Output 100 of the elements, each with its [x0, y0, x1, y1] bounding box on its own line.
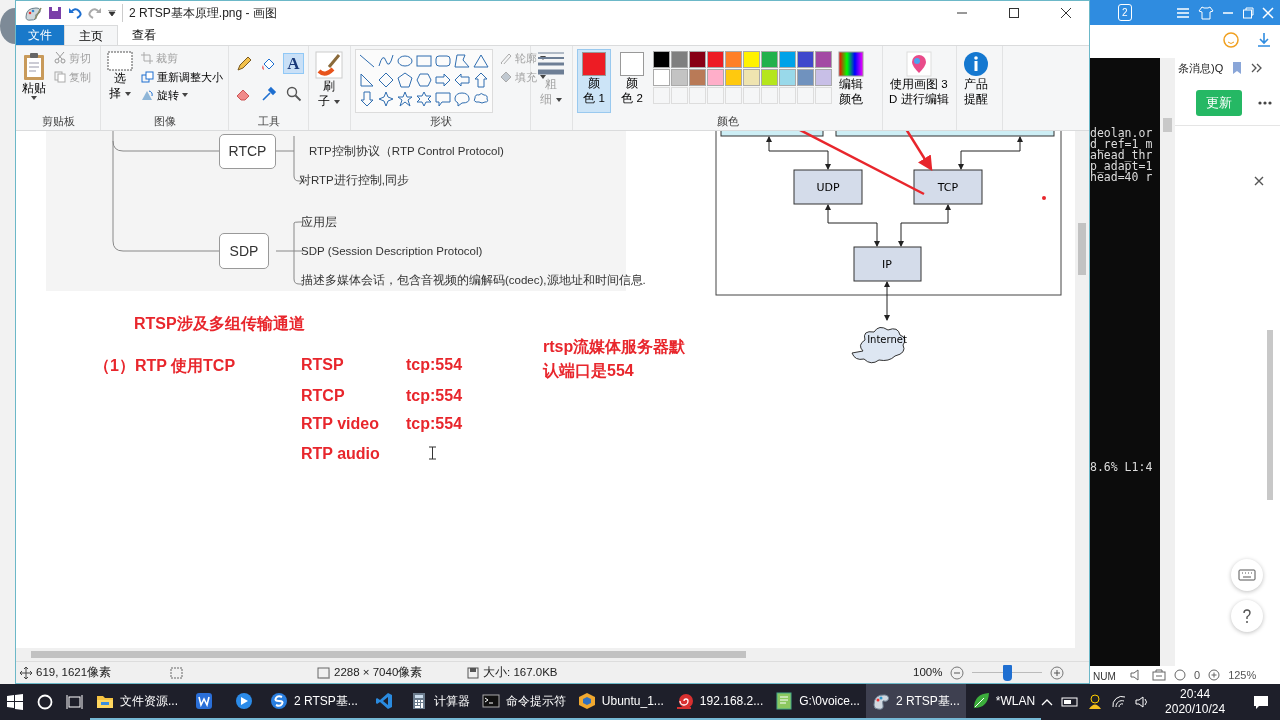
six-point-star-icon[interactable]: [416, 91, 432, 107]
zoom-in-button[interactable]: [1050, 665, 1065, 680]
taskbar-item[interactable]: 2 RTSP基...: [264, 684, 364, 720]
zoom-slider-thumb[interactable]: [1002, 664, 1012, 681]
text-tool[interactable]: A: [283, 53, 304, 74]
keyboard-icon[interactable]: [1238, 569, 1256, 581]
windows-icon[interactable]: [6, 693, 24, 711]
notification-icon[interactable]: [1253, 694, 1270, 710]
clock-time[interactable]: 20:44: [1180, 687, 1211, 702]
rotate-button[interactable]: 旋转: [139, 86, 225, 105]
color-swatch[interactable]: [707, 51, 724, 68]
close-icon[interactable]: [1254, 176, 1264, 186]
maximize-icon[interactable]: [1009, 8, 1019, 18]
taskbar-item[interactable]: 2 RTSP基...: [865, 684, 966, 720]
line-icon[interactable]: [359, 53, 375, 69]
right-arrow-icon[interactable]: [435, 72, 451, 88]
oval-callout-icon[interactable]: [454, 91, 470, 107]
product-alert-button[interactable]: 产品 提醒: [961, 49, 991, 130]
scrollbar[interactable]: [1267, 330, 1273, 500]
polygon-icon[interactable]: [454, 53, 470, 69]
color-swatch[interactable]: [689, 69, 706, 86]
chevron-up-icon[interactable]: [1041, 698, 1054, 706]
color-swatch[interactable]: [653, 69, 670, 86]
bookmark-icon[interactable]: [1231, 61, 1244, 75]
taskbar-item[interactable]: 文件资源...: [90, 684, 184, 720]
scrollbar-thumb[interactable]: [1078, 223, 1086, 275]
oval-icon[interactable]: [397, 53, 413, 69]
cloud-callout-icon[interactable]: [473, 91, 489, 107]
color-swatch[interactable]: [671, 51, 688, 68]
restore-icon[interactable]: [1242, 6, 1254, 19]
color-swatch[interactable]: [653, 51, 670, 68]
taskbar-item[interactable]: 192.168.2...: [669, 684, 770, 720]
download-icon[interactable]: [1256, 32, 1272, 48]
color-swatch[interactable]: [725, 69, 742, 86]
taskbar-item[interactable]: 命令提示符: [475, 684, 572, 720]
battery-icon[interactable]: [1061, 696, 1080, 708]
volume-icon[interactable]: [1135, 696, 1150, 708]
color-swatch[interactable]: [797, 51, 814, 68]
file-menu-tab[interactable]: 文件: [16, 25, 64, 45]
star-icon[interactable]: [397, 91, 413, 107]
taskbar-item[interactable]: *WLAN: [965, 684, 1042, 720]
color-swatch[interactable]: [761, 69, 778, 86]
menu-icon[interactable]: [1176, 6, 1190, 19]
color-swatch[interactable]: [779, 69, 796, 86]
help-icon[interactable]: [1242, 608, 1252, 624]
more-icon[interactable]: [1258, 101, 1272, 105]
color-swatch-button[interactable]: 颜 色 1: [577, 49, 611, 113]
left-arrow-icon[interactable]: [454, 72, 470, 88]
badge-icon[interactable]: [1174, 669, 1186, 682]
up-arrow-icon[interactable]: [473, 72, 489, 88]
tab-count[interactable]: 2: [1118, 4, 1132, 21]
ribbon-tab[interactable]: 查看: [118, 25, 170, 45]
rectangle-icon[interactable]: [416, 53, 432, 69]
four-point-star-icon[interactable]: [378, 91, 394, 107]
save-icon[interactable]: [48, 6, 62, 20]
taskbar-item[interactable]: G:\0voice...: [769, 684, 866, 720]
color-swatch[interactable]: [725, 51, 742, 68]
ribbon-tab[interactable]: 主页: [64, 25, 118, 45]
smiley-icon[interactable]: [1222, 31, 1240, 49]
circle-icon[interactable]: [36, 693, 54, 711]
color-swatch[interactable]: [797, 69, 814, 86]
undo-icon[interactable]: [68, 6, 82, 20]
right-triangle-icon[interactable]: [359, 72, 375, 88]
down-arrow-icon[interactable]: [359, 91, 375, 107]
zoom-out-button[interactable]: [950, 665, 965, 680]
hexagon-icon[interactable]: [416, 72, 432, 88]
zoom-in-icon[interactable]: [1208, 669, 1221, 682]
color-swatch[interactable]: [779, 51, 796, 68]
scrollbar-thumb[interactable]: [1163, 118, 1172, 132]
paste-button[interactable]: 粘贴: [20, 49, 48, 113]
bookmark-link[interactable]: 条消息)Q: [1178, 59, 1224, 77]
color-swatch[interactable]: [743, 51, 760, 68]
scrollbar-thumb[interactable]: [31, 651, 746, 658]
select-button[interactable]: 选 择: [105, 49, 135, 113]
color-swatch[interactable]: [689, 51, 706, 68]
task-view-icon[interactable]: [66, 693, 84, 711]
rounded-rectangle-icon[interactable]: [435, 53, 451, 69]
curve-icon[interactable]: [378, 53, 394, 69]
box-icon[interactable]: [1152, 669, 1166, 682]
color-swatch[interactable]: [761, 51, 778, 68]
close-icon[interactable]: [1061, 8, 1071, 18]
edit-colors-button[interactable]: 编辑 颜色: [836, 49, 866, 113]
color-swatch[interactable]: [815, 69, 832, 86]
color-swatch-button[interactable]: 颜 色 2: [615, 49, 649, 113]
diamond-icon[interactable]: [378, 72, 394, 88]
customize-icon[interactable]: [108, 10, 116, 16]
clock-date[interactable]: 2020/10/24: [1165, 702, 1226, 717]
penguin-icon[interactable]: [1087, 694, 1104, 710]
taskbar-item[interactable]: Ubuntu_1...: [571, 684, 670, 720]
color-swatch[interactable]: [671, 69, 688, 86]
speech-bubble-icon[interactable]: [435, 91, 451, 107]
taskbar-item[interactable]: 计算器: [403, 684, 476, 720]
resize-button[interactable]: 重新调整大小: [139, 67, 225, 86]
color-swatch[interactable]: [815, 51, 832, 68]
brushes-button[interactable]: 刷 子: [313, 49, 345, 130]
wifi-icon[interactable]: [1111, 695, 1128, 709]
shirt-icon[interactable]: [1198, 5, 1214, 20]
triangle-icon[interactable]: [473, 53, 489, 69]
paint-3d-button[interactable]: 使用画图 3 D 进行编辑: [887, 49, 951, 130]
pentagon-icon[interactable]: [397, 72, 413, 88]
